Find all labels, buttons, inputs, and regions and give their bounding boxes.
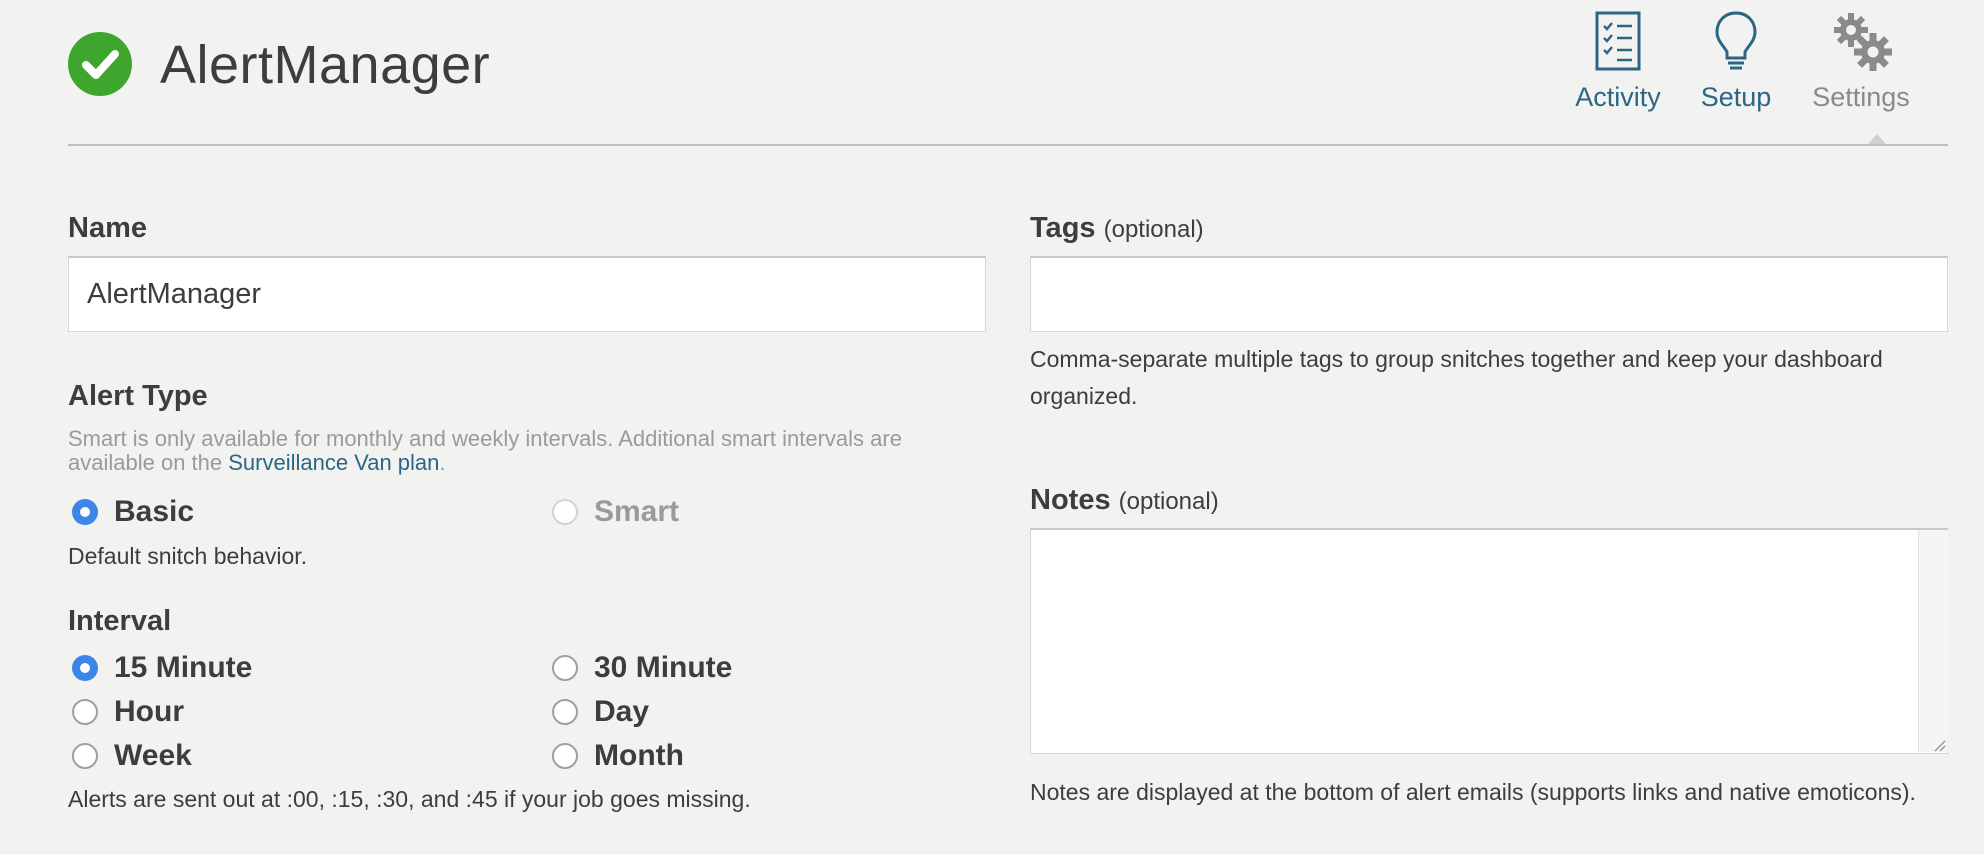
checklist-icon xyxy=(1568,10,1668,76)
radio-month[interactable]: Month xyxy=(552,738,684,774)
radio-hour-label: Hour xyxy=(114,695,184,728)
header-divider xyxy=(68,144,1948,146)
nav-settings-label: Settings xyxy=(1812,82,1910,112)
notes-label: Notes xyxy=(1030,484,1111,516)
radio-30-minute-label: 30 Minute xyxy=(594,651,733,684)
alert-type-help: Default snitch behavior. xyxy=(68,543,308,569)
nav-setup-label: Setup xyxy=(1700,82,1772,112)
notes-optional: (optional) xyxy=(1118,488,1219,515)
tags-label-group: Tags (optional) xyxy=(1030,212,1204,245)
alert-type-note-suffix: . xyxy=(439,450,446,475)
radio-smart-label: Smart xyxy=(594,495,680,528)
lightbulb-icon xyxy=(1691,10,1781,76)
radio-week-label: Week xyxy=(114,739,192,772)
name-input[interactable] xyxy=(68,256,986,332)
top-nav: Activity Setup Settings xyxy=(1568,10,1928,120)
name-label: Name xyxy=(68,212,147,244)
nav-activity-label: Activity xyxy=(1575,82,1661,112)
radio-15-minute-label: 15 Minute xyxy=(114,651,253,684)
page-title: AlertManager xyxy=(160,35,491,95)
app-header: AlertManager Activity Setup Settings xyxy=(68,0,1948,146)
radio-hour[interactable]: Hour xyxy=(72,694,184,730)
tags-input[interactable] xyxy=(1030,256,1948,332)
radio-hour-dot[interactable] xyxy=(72,699,98,725)
nav-settings[interactable]: Settings xyxy=(1806,10,1916,113)
notes-label-group: Notes (optional) xyxy=(1030,484,1219,517)
radio-30-minute-dot[interactable] xyxy=(552,655,578,681)
notes-textarea[interactable] xyxy=(1030,528,1948,754)
radio-day-dot[interactable] xyxy=(552,699,578,725)
radio-week-dot[interactable] xyxy=(72,743,98,769)
alert-type-note: Smart is only available for monthly and … xyxy=(68,427,988,475)
gears-icon xyxy=(1806,10,1916,76)
tags-optional: (optional) xyxy=(1103,216,1204,243)
radio-month-dot[interactable] xyxy=(552,743,578,769)
alert-type-note-text: Smart is only available for monthly and … xyxy=(68,426,902,475)
radio-basic[interactable]: Basic xyxy=(72,494,194,530)
radio-smart-dot xyxy=(552,499,578,525)
radio-day-label: Day xyxy=(594,695,650,728)
nav-activity[interactable]: Activity xyxy=(1568,10,1668,113)
radio-15-minute[interactable]: 15 Minute xyxy=(72,650,252,686)
tags-label: Tags xyxy=(1030,212,1096,244)
radio-week[interactable]: Week xyxy=(72,738,192,774)
radio-month-label: Month xyxy=(594,739,684,772)
active-tab-indicator xyxy=(1868,134,1886,144)
notes-scrollbar[interactable] xyxy=(1918,530,1948,752)
interval-help: Alerts are sent out at :00, :15, :30, an… xyxy=(68,786,751,812)
radio-30-minute[interactable]: 30 Minute xyxy=(552,650,732,686)
alert-type-label: Alert Type xyxy=(68,380,208,412)
notes-help: Notes are displayed at the bottom of ale… xyxy=(1030,779,1916,805)
nav-setup[interactable]: Setup xyxy=(1691,10,1781,113)
radio-basic-label: Basic xyxy=(114,495,195,528)
radio-day[interactable]: Day xyxy=(552,694,649,730)
radio-basic-dot[interactable] xyxy=(72,499,98,525)
radio-smart: Smart xyxy=(552,494,679,530)
resize-handle-icon[interactable] xyxy=(1932,738,1946,752)
surveillance-van-plan-link[interactable]: Surveillance Van plan xyxy=(228,450,439,475)
interval-label: Interval xyxy=(68,605,172,637)
radio-15-minute-dot[interactable] xyxy=(72,655,98,681)
tags-help: Comma-separate multiple tags to group sn… xyxy=(1030,346,1883,409)
check-circle-icon xyxy=(68,32,132,96)
